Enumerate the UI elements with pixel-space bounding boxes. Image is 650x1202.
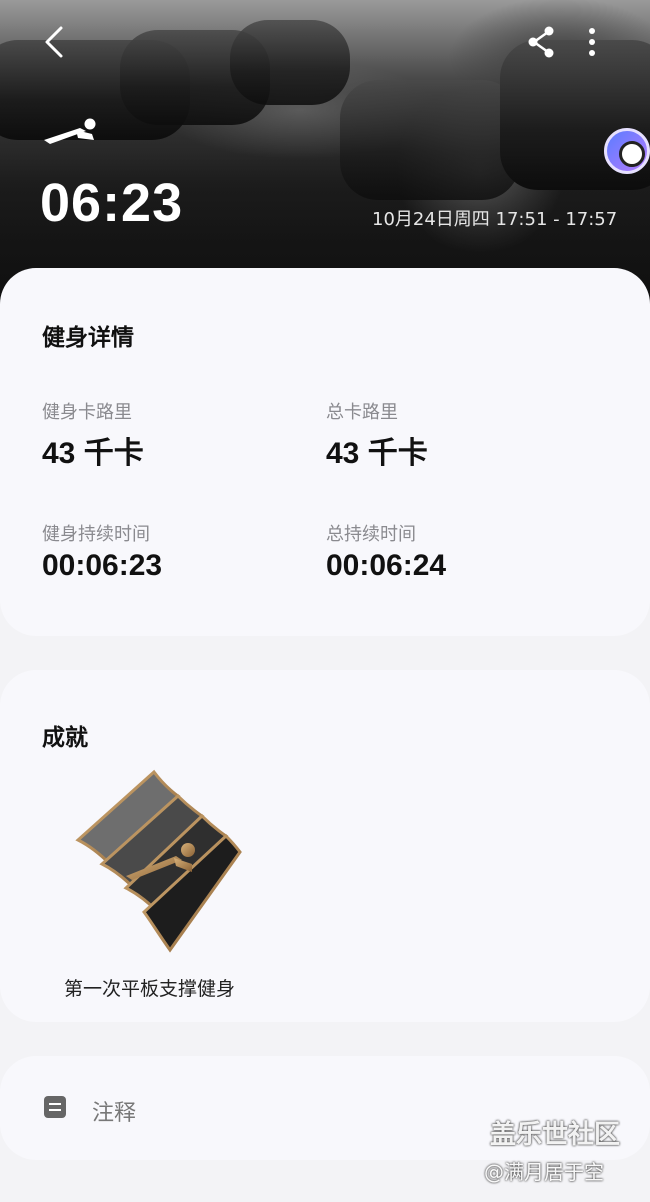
note-icon (44, 1096, 66, 1118)
more-vertical-icon (589, 28, 595, 56)
stat-value-total-calories: 43 千卡 (326, 437, 428, 470)
plank-badge-icon[interactable] (74, 768, 244, 954)
assistant-bubble-icon[interactable] (604, 128, 650, 174)
stat-label-total-duration: 总持续时间 (326, 524, 416, 545)
details-title: 健身详情 (42, 325, 134, 351)
back-button[interactable] (36, 22, 72, 62)
dumbbell-image (230, 20, 350, 105)
watermark-title: 盖乐世社区 (490, 1120, 621, 1150)
stat-label-workout-calories: 健身卡路里 (42, 402, 132, 423)
share-button[interactable] (524, 24, 558, 60)
plank-icon (44, 118, 96, 144)
stat-label-workout-duration: 健身持续时间 (42, 524, 150, 545)
stat-value-total-duration: 00:06:24 (326, 549, 447, 582)
more-options-button[interactable] (580, 24, 604, 60)
notes-label[interactable]: 注释 (92, 1095, 136, 1127)
chevron-left-icon (45, 26, 63, 58)
workout-duration: 06:23 (40, 173, 184, 233)
achievements-title: 成就 (42, 725, 88, 751)
badge-caption: 第一次平板支撑健身 (64, 978, 236, 1000)
share-icon (528, 26, 554, 58)
watermark-user: @满月居于空 (484, 1160, 604, 1184)
workout-datetime: 10月24日周四 17:51 - 17:57 (372, 209, 618, 230)
stat-value-workout-calories: 43 千卡 (42, 437, 144, 470)
stat-label-total-calories: 总卡路里 (326, 402, 398, 423)
stat-value-workout-duration: 00:06:23 (42, 549, 163, 582)
